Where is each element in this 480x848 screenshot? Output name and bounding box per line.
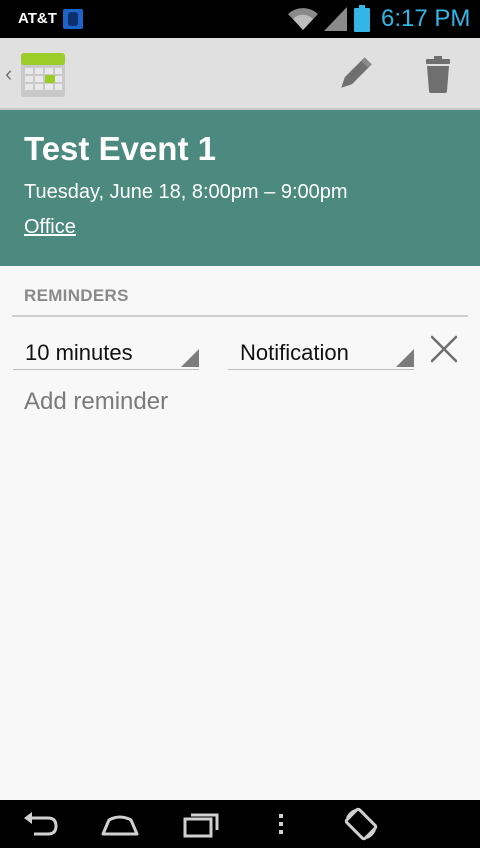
status-bar: AT&T 6:17 PM bbox=[0, 0, 480, 38]
calendar-icon[interactable] bbox=[19, 51, 67, 99]
clock: 6:17 PM bbox=[381, 5, 471, 32]
rotate-icon[interactable] bbox=[343, 806, 379, 842]
delete-button[interactable] bbox=[414, 51, 462, 99]
trash-icon bbox=[426, 56, 450, 93]
reminders-divider bbox=[12, 315, 468, 317]
back-icon[interactable] bbox=[22, 808, 60, 840]
signal-icon bbox=[324, 7, 347, 31]
navigation-bar bbox=[0, 800, 480, 848]
sim-icon bbox=[63, 9, 83, 29]
wifi-icon bbox=[288, 8, 318, 31]
reminder-time-value: 10 minutes bbox=[25, 340, 133, 365]
event-title: Test Event 1 bbox=[24, 130, 216, 167]
edit-pencil-icon bbox=[341, 57, 372, 88]
add-reminder-button[interactable]: Add reminder bbox=[24, 388, 168, 416]
dropdown-arrow-icon bbox=[181, 349, 199, 367]
reminder-time-spinner[interactable]: 10 minutes bbox=[13, 322, 199, 370]
reminder-method-spinner[interactable]: Notification bbox=[228, 322, 414, 370]
action-bar: ‹ bbox=[0, 38, 480, 110]
close-icon bbox=[430, 335, 458, 363]
edit-button[interactable] bbox=[330, 51, 378, 99]
event-datetime: Tuesday, June 18, 8:00pm – 9:00pm bbox=[24, 181, 348, 203]
reminders-header: REMINDERS bbox=[24, 286, 129, 305]
dropdown-arrow-icon bbox=[396, 349, 414, 367]
battery-icon bbox=[354, 5, 370, 32]
event-location-link[interactable]: Office bbox=[24, 216, 76, 239]
up-caret-icon[interactable]: ‹ bbox=[5, 61, 12, 87]
menu-icon[interactable] bbox=[270, 808, 292, 840]
reminder-method-value: Notification bbox=[240, 340, 349, 365]
remove-reminder-button[interactable] bbox=[428, 333, 460, 365]
home-icon[interactable] bbox=[100, 808, 140, 840]
recents-icon[interactable] bbox=[182, 808, 220, 840]
event-header: Test Event 1 Tuesday, June 18, 8:00pm – … bbox=[0, 110, 480, 266]
carrier-label: AT&T bbox=[18, 10, 57, 27]
